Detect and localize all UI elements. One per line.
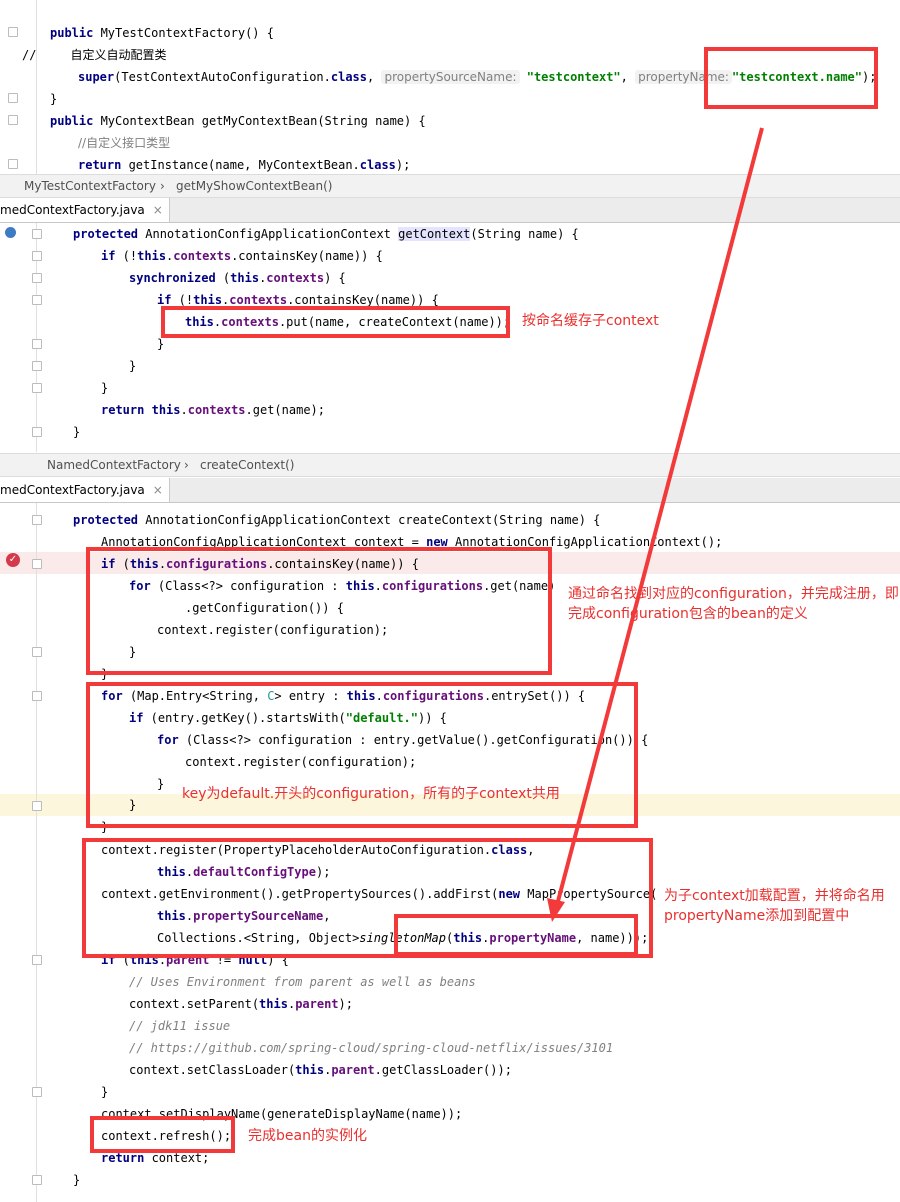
annotation-arrow [547, 127, 764, 922]
